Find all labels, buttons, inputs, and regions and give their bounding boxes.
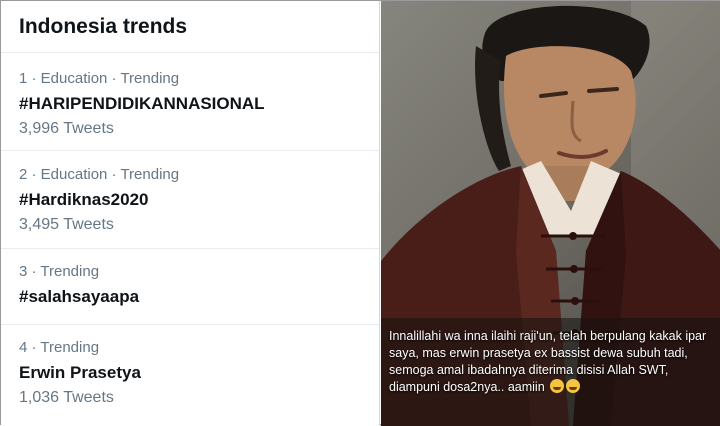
trends-title: Indonesia trends (1, 1, 379, 53)
memorial-photo: Innalillahi wa inna ilaihi raji'un, tela… (381, 1, 720, 426)
trend-item-1[interactable]: 1 · Education · Trending #HARIPENDIDIKAN… (1, 53, 379, 151)
trend-name[interactable]: #salahsayaapa (19, 286, 379, 308)
trend-name[interactable]: #Hardiknas2020 (19, 189, 379, 211)
trend-tweet-count: 1,036 Tweets (19, 389, 114, 406)
trend-meta: 4 · Trending (19, 339, 100, 356)
trend-name[interactable]: #HARIPENDIDIKANNASIONAL (19, 93, 379, 115)
trend-item-4[interactable]: 4 · Trending Erwin Prasetya 1,036 Tweets (1, 325, 379, 426)
weary-face-icon (566, 379, 581, 393)
screenshot-frame: Indonesia trends 1 · Education · Trendin… (0, 0, 720, 426)
caption-message: Innalillahi wa inna ilaihi raji'un, tela… (389, 329, 707, 394)
trend-item-2[interactable]: 2 · Education · Trending #Hardiknas2020 … (1, 151, 379, 249)
crying-face-icon (550, 379, 565, 393)
trend-tweet-count: 3,996 Tweets (19, 120, 114, 137)
trend-meta: 2 · Education · Trending (19, 166, 180, 183)
trend-item-3[interactable]: 3 · Trending #salahsayaapa (1, 249, 379, 325)
trend-meta: 1 · Education · Trending (19, 70, 180, 87)
trend-tweet-count: 3,495 Tweets (19, 216, 114, 233)
trends-panel: Indonesia trends 1 · Education · Trendin… (1, 1, 380, 426)
caption-text: Innalillahi wa inna ilaihi raji'un, tela… (389, 328, 715, 396)
trend-meta: 3 · Trending (19, 263, 100, 280)
trend-name[interactable]: Erwin Prasetya (19, 362, 379, 384)
photo-caption: Innalillahi wa inna ilaihi raji'un, tela… (381, 318, 720, 426)
